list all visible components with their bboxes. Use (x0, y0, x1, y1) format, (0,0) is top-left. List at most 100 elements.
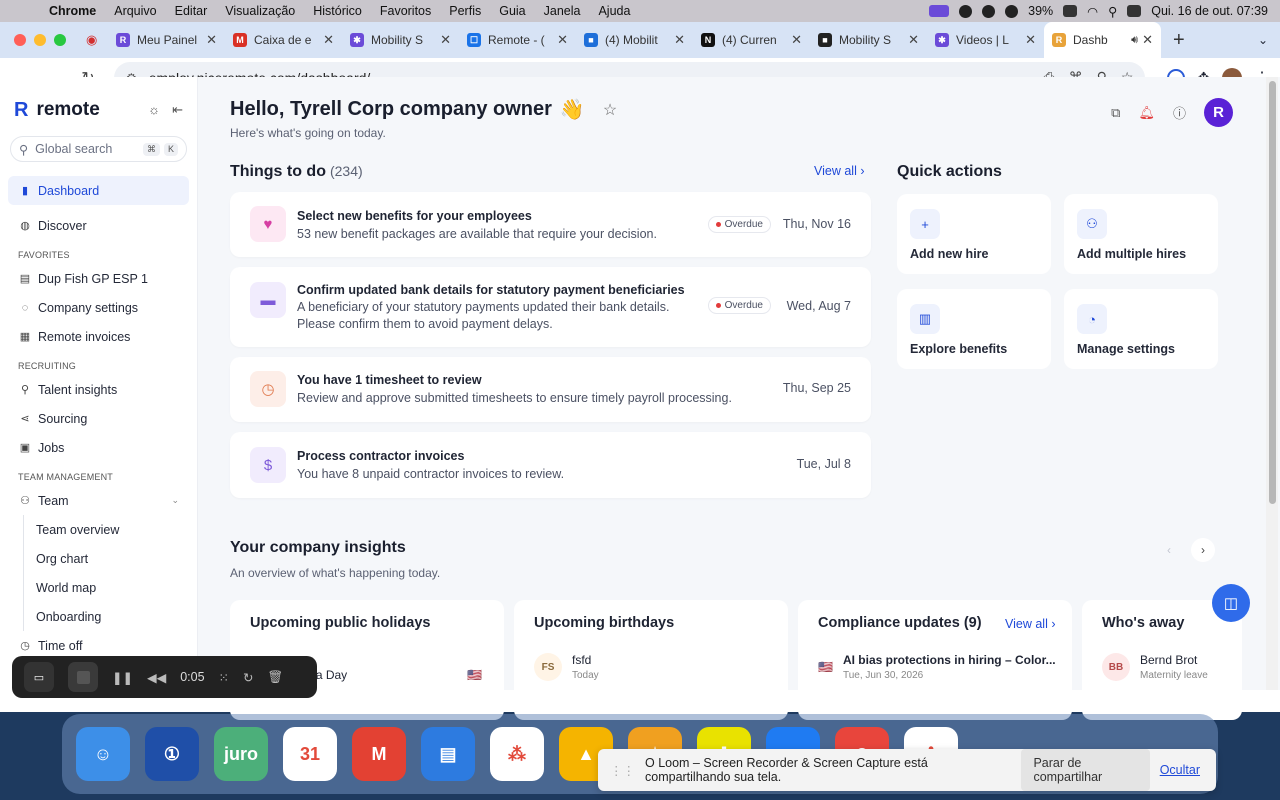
menu-editar[interactable]: Editar (166, 4, 217, 18)
sidebar-item-discover[interactable]: ◍ Discover (0, 211, 197, 240)
close-tab-icon[interactable]: ✕ (557, 32, 568, 48)
user-avatar[interactable]: R (1204, 98, 1233, 127)
hide-button[interactable]: Ocultar (1160, 763, 1200, 777)
dock-app-asana-icon[interactable]: ⁂ (490, 727, 544, 781)
menu-guia[interactable]: Guia (490, 4, 534, 18)
sidebar-item-team-overview[interactable]: Team overview (24, 515, 197, 544)
grid-icon[interactable]: ⁙ (219, 670, 229, 685)
maximize-window-button[interactable] (54, 34, 66, 46)
wifi-icon[interactable]: ◠ (1087, 4, 1098, 19)
trash-icon[interactable]: 🗑︎ (268, 670, 284, 685)
insight-card-birthdays[interactable]: Upcoming birthdays FS fsfd Today (514, 600, 788, 720)
scrollbar-thumb[interactable] (1269, 81, 1276, 504)
stop-sharing-button[interactable]: Parar de compartilhar (1021, 749, 1150, 791)
sidebar-item-world-map[interactable]: World map (24, 573, 197, 602)
browser-tab[interactable]: ✱ Videos | L ✕ (927, 22, 1044, 58)
menu-historico[interactable]: Histórico (304, 4, 371, 18)
sidebar-item-remote-invoices[interactable]: ▦ Remote invoices (0, 322, 197, 351)
todo-card-bank-details[interactable]: ▬ Confirm updated bank details for statu… (230, 267, 871, 347)
whats-new-icon[interactable]: ⧉ (1111, 105, 1120, 121)
status-icon[interactable] (1005, 4, 1019, 18)
browser-tab[interactable]: ✱ Mobility S ✕ (342, 22, 459, 58)
menu-arquivo[interactable]: Arquivo (105, 4, 165, 18)
todo-card-benefits[interactable]: ♥ Select new benefits for your employees… (230, 192, 871, 257)
global-search-input[interactable]: ⚲ Global search ⌘ K (10, 136, 187, 162)
close-tab-icon[interactable]: ✕ (791, 32, 802, 48)
dock-app-juro-icon[interactable]: juro (214, 727, 268, 781)
browser-tab[interactable]: N (4) Curren ✕ (693, 22, 810, 58)
rewind-icon[interactable]: ◀◀ (147, 670, 166, 685)
sidebar-item-dashboard[interactable]: ▮ Dashboard (8, 176, 189, 205)
status-icon[interactable] (982, 4, 996, 18)
browser-tab[interactable]: ■ Mobility S ✕ (810, 22, 927, 58)
quick-action-explore-benefits[interactable]: ▥ Explore benefits (897, 289, 1051, 369)
browser-tab[interactable]: ■ (4) Mobilit ✕ (576, 22, 693, 58)
quick-action-add-new-hire[interactable]: + Add new hire (897, 194, 1051, 274)
tab-recording[interactable]: ◉ (78, 22, 108, 58)
sidebar-item-onboarding[interactable]: Onboarding (24, 602, 197, 631)
notifications-bell-icon[interactable]: 🔔︎ (1138, 105, 1155, 121)
quick-action-add-multiple-hires[interactable]: ⚇ Add multiple hires (1064, 194, 1218, 274)
dock-app-keynote-icon[interactable]: ▤ (421, 727, 475, 781)
favorite-star-icon[interactable]: ☆ (603, 100, 617, 120)
new-tab-button[interactable]: + (1161, 29, 1197, 52)
close-tab-icon[interactable]: ✕ (674, 32, 685, 48)
dock-app-1password-icon[interactable]: ① (145, 727, 199, 781)
dock-app-calendar-icon[interactable]: 31 (283, 727, 337, 781)
browser-tab[interactable]: ☐ Remote - (✕ (459, 22, 576, 58)
help-icon[interactable]: ⓘ (1173, 103, 1186, 122)
browser-tab[interactable]: M Caixa de e ✕ (225, 22, 342, 58)
browser-tab[interactable]: R Meu Painel ✕ (108, 22, 225, 58)
todo-view-all-link[interactable]: View all › (814, 164, 865, 178)
control-center-icon[interactable] (1127, 5, 1142, 17)
stop-recording-button[interactable] (68, 662, 98, 692)
status-icon[interactable] (959, 4, 973, 18)
menu-clock[interactable]: Qui. 16 de out. 07:39 (1151, 4, 1268, 18)
page-scrollbar[interactable] (1266, 77, 1278, 690)
theme-toggle-icon[interactable]: ☼ (148, 102, 160, 118)
pause-icon[interactable]: ❚❚ (112, 670, 133, 685)
next-page-button[interactable]: › (1191, 538, 1215, 562)
collapse-sidebar-icon[interactable]: ⇤ (172, 102, 183, 118)
sidebar-item-company-settings[interactable]: ◌ Company settings (0, 293, 197, 322)
drag-handle-icon[interactable]: ⋮⋮ (610, 763, 635, 778)
menu-ajuda[interactable]: Ajuda (589, 4, 639, 18)
dock-app-finder-icon[interactable]: ☺ (76, 727, 130, 781)
close-tab-icon[interactable]: ✕ (1025, 32, 1036, 48)
quick-action-manage-settings[interactable]: ◔ Manage settings (1064, 289, 1218, 369)
restart-icon[interactable]: ↻ (243, 670, 253, 685)
close-tab-icon[interactable]: ✕ (908, 32, 919, 48)
todo-card-timesheet[interactable]: ◷ You have 1 timesheet to review Review … (230, 357, 871, 422)
battery-icon[interactable] (1063, 5, 1078, 17)
tab-search-icon[interactable]: ⌄ (1258, 33, 1280, 47)
sidebar-item-org-chart[interactable]: Org chart (24, 544, 197, 573)
insight-card-compliance[interactable]: Compliance updates (9) View all › 🇺🇸 AI … (798, 600, 1072, 720)
todo-card-contractor-invoices[interactable]: $ Process contractor invoices You have 8… (230, 432, 871, 498)
remote-logo[interactable]: R (14, 99, 28, 122)
spotlight-icon[interactable]: ⚲ (1108, 4, 1117, 19)
minimize-window-button[interactable] (34, 34, 46, 46)
close-tab-icon[interactable]: ✕ (323, 32, 334, 48)
sidebar-item-team[interactable]: ⚇ Team ⌄ (0, 486, 197, 515)
sidebar-item-sourcing[interactable]: ⋖ Sourcing (0, 404, 197, 433)
menu-app-name[interactable]: Chrome (40, 4, 105, 18)
sidebar-item-dup-fish[interactable]: ▤ Dup Fish GP ESP 1 (0, 264, 197, 293)
close-tab-icon[interactable]: ✕ (1142, 32, 1153, 48)
sidebar-item-talent-insights[interactable]: ⚲ Talent insights (0, 375, 197, 404)
chat-support-button[interactable]: ◫ (1212, 584, 1250, 622)
close-window-button[interactable] (14, 34, 26, 46)
tab-audio-icon[interactable]: 🔊︎ (1131, 34, 1138, 47)
browser-tab[interactable]: R Dashb 🔊︎ ✕ (1044, 22, 1161, 58)
camera-icon[interactable]: ▭ (24, 662, 54, 692)
insight-card-whos-away[interactable]: Who's away BB Bernd Brot Maternity leave (1082, 600, 1242, 720)
close-tab-icon[interactable]: ✕ (206, 32, 217, 48)
previous-page-button[interactable]: ‹ (1157, 538, 1181, 562)
chevron-down-icon[interactable]: ⌄ (171, 495, 179, 506)
sidebar-item-jobs[interactable]: ▣ Jobs (0, 433, 197, 462)
dock-app-gmail-icon[interactable]: M (352, 727, 406, 781)
close-tab-icon[interactable]: ✕ (440, 32, 451, 48)
screen-recording-icon[interactable] (929, 5, 950, 17)
menu-favoritos[interactable]: Favoritos (371, 4, 440, 18)
menu-perfis[interactable]: Perfis (440, 4, 490, 18)
menu-visualizacao[interactable]: Visualização (216, 4, 304, 18)
